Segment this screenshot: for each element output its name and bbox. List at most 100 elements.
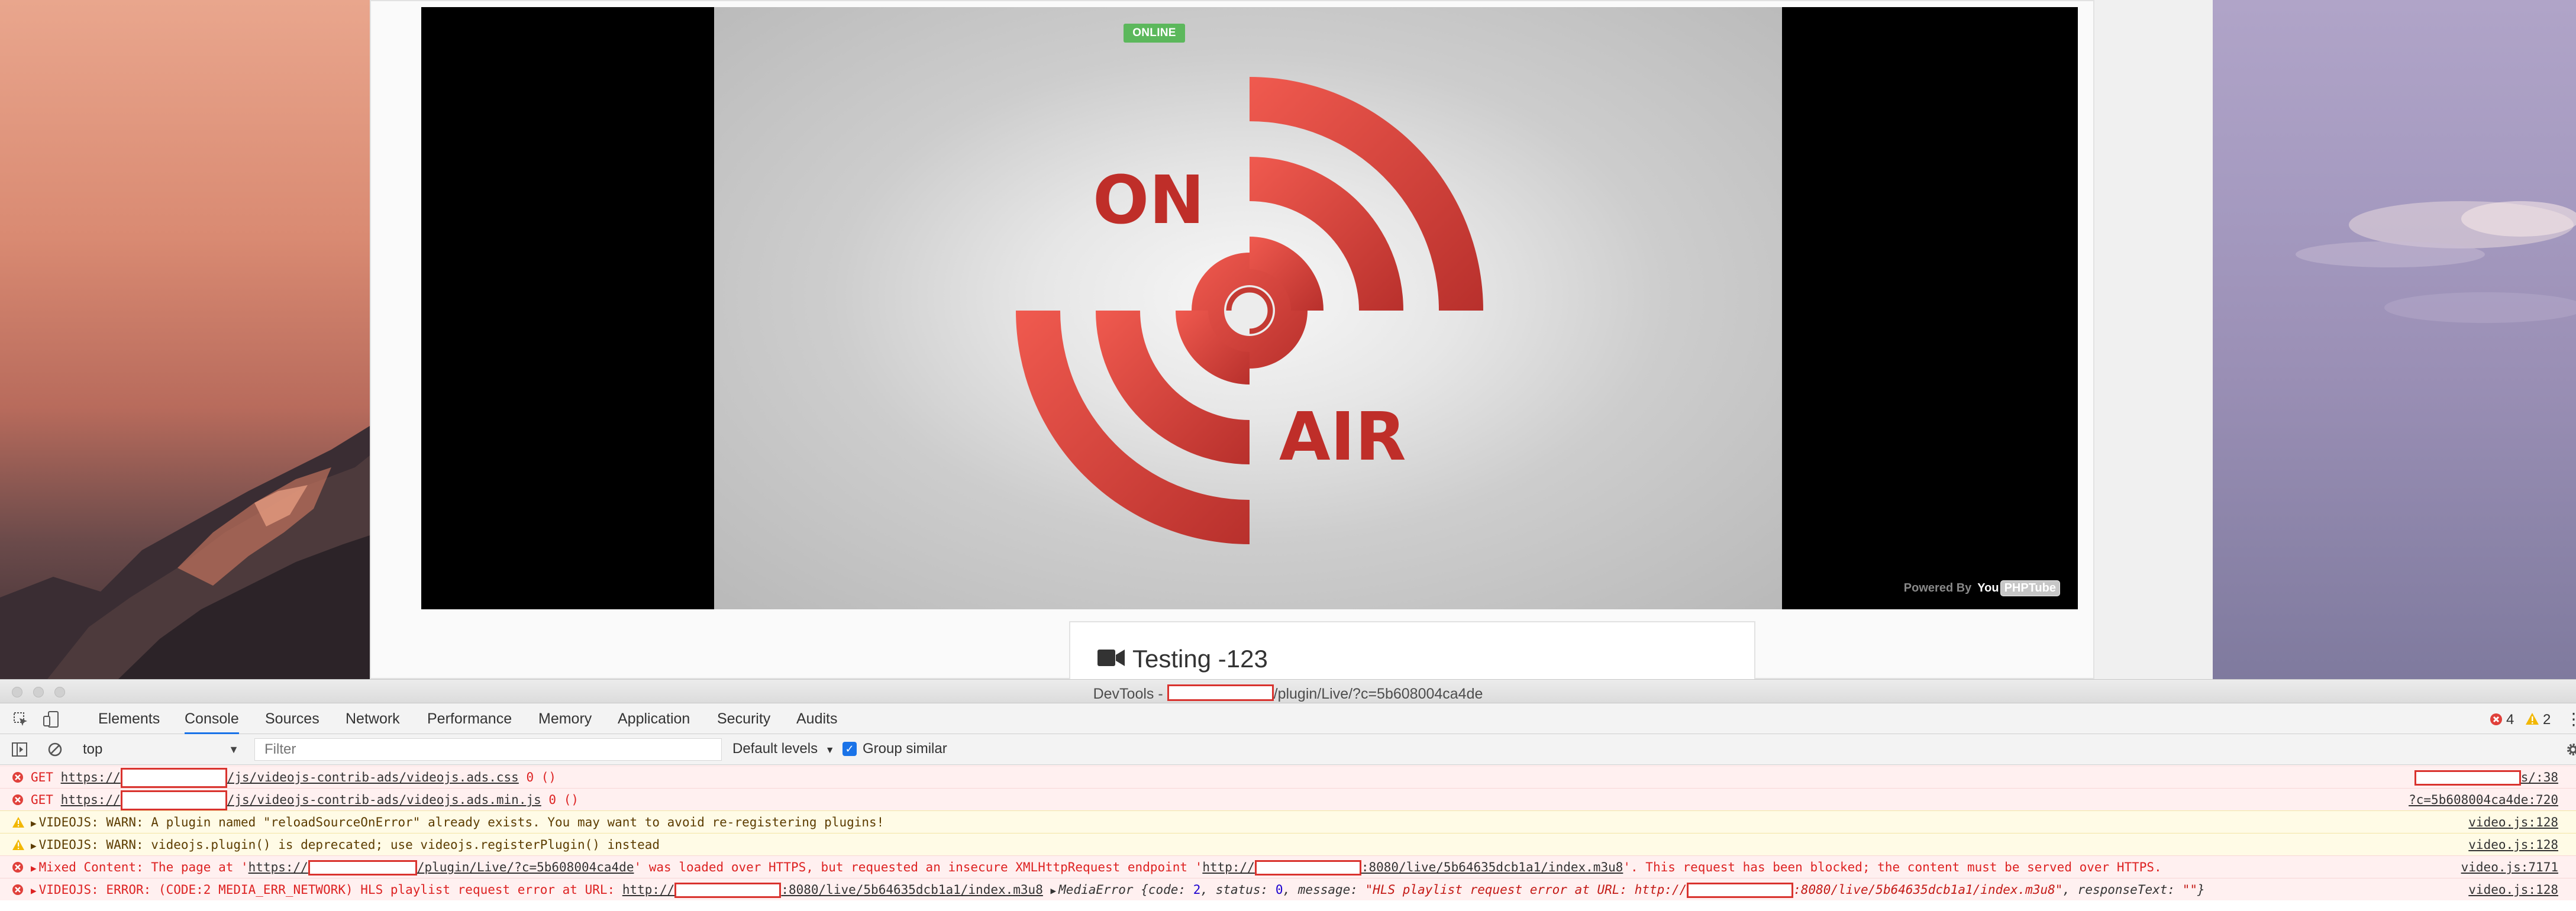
console-filter[interactable]: [254, 738, 722, 761]
expand-triangle-icon[interactable]: ▶: [31, 840, 37, 851]
inspect-element-icon[interactable]: [13, 712, 28, 727]
video-player[interactable]: ON AIR ONLINE Powered By You PHPTube: [421, 7, 2078, 609]
console-messages: GET https:// /js/videojs-contrib-ads/vide…: [0, 765, 2576, 911]
browser-page: ON AIR ONLINE Powered By You PHPTube Tes…: [370, 0, 2213, 680]
url-prefix: http://: [1202, 860, 1255, 874]
url-suffix: /js/videojs-contrib-ads/videojs.ads.css: [227, 770, 519, 784]
console-settings-gear-icon[interactable]: [2565, 742, 2576, 757]
request-url-link[interactable]: https:// /js/videojs-contrib-ads/videojs.…: [61, 768, 519, 788]
source-link[interactable]: video.js:128: [2468, 878, 2558, 901]
expand-triangle-icon[interactable]: ▶: [1051, 885, 1057, 896]
url-prefix: https://: [60, 793, 121, 807]
warning-count: 2: [2543, 712, 2551, 728]
air-text: AIR: [1279, 399, 1406, 476]
powered-by-label: Powered By: [1903, 582, 1972, 595]
console-row-error: ▶ Mixed Content: The page at 'https:// /pl…: [0, 855, 2576, 878]
console-message[interactable]: ▶ VIDEOJS: WARN: A plugin named "reloadSo…: [31, 811, 884, 835]
context-select[interactable]: top ▼: [83, 739, 243, 760]
warning-text: VIDEOJS: WARN: A plugin named "reloadSou…: [38, 815, 885, 829]
desktop-wallpaper-left: [0, 0, 370, 679]
expand-triangle-icon[interactable]: ▶: [31, 818, 37, 829]
error-icon: [12, 772, 23, 783]
video-title: Testing -123: [1132, 645, 1268, 673]
tab-network[interactable]: Network: [346, 703, 400, 734]
group-similar-checkbox[interactable]: ✓: [842, 742, 857, 756]
console-message: GET https:// /js/videojs-contrib-ads/vide…: [31, 789, 579, 811]
source-link[interactable]: s/:38: [2414, 766, 2558, 789]
page-url-link[interactable]: https:// /plugin/Live/?c=5b608004ca4de: [248, 860, 634, 876]
console-row-warning: ▶ VIDEOJS: WARN: videojs.plugin() is depr…: [0, 833, 2576, 855]
endpoint-url-link[interactable]: http://:8080/live/5b64635dcb1a1/index.m3…: [1202, 860, 1623, 876]
brand-tube: PHPTube: [2000, 580, 2060, 596]
context-value: top: [83, 741, 103, 757]
tab-security[interactable]: Security: [717, 703, 770, 734]
on-text: ON: [1093, 162, 1205, 239]
levels-label: Default levels: [732, 741, 818, 757]
error-icon: [12, 794, 23, 805]
source-link[interactable]: video.js:128: [2468, 811, 2558, 834]
tab-application[interactable]: Application: [618, 703, 690, 734]
object-text: {code:: [1141, 883, 1193, 897]
console-message[interactable]: ▶ VIDEOJS: WARN: videojs.plugin() is depr…: [31, 834, 660, 857]
request-method: GET: [31, 793, 53, 807]
console-message[interactable]: ▶ VIDEOJS: ERROR: (CODE:2 MEDIA_ERR_NETWO…: [31, 878, 2205, 902]
message-part: Mixed Content: The page at ': [38, 860, 248, 874]
playlist-url-link[interactable]: http://:8080/live/5b64635dcb1a1/index.m3…: [622, 883, 1043, 898]
devtools-window: DevTools - /plugin/Live/?c=5b608004ca4de…: [0, 679, 2576, 911]
object-text: , responseText:: [2062, 883, 2183, 897]
request-method: GET: [31, 770, 53, 784]
source-link[interactable]: video.js:7171: [2461, 856, 2558, 878]
request-status: 0 (): [548, 793, 579, 807]
device-toolbar-icon[interactable]: [43, 710, 60, 728]
message-part: ' was loaded over HTTPS, but requested a…: [634, 860, 1203, 874]
on-air-logo: ON AIR: [1016, 77, 1483, 544]
console-row-error: ▶ VIDEOJS: ERROR: (CODE:2 MEDIA_ERR_NETWO…: [0, 878, 2576, 900]
url-prefix: https://: [248, 860, 308, 874]
warning-icon: [12, 839, 24, 850]
group-similar-toggle[interactable]: ✓ Group similar: [842, 739, 947, 759]
redacted-host: [1167, 684, 1274, 701]
warning-text: VIDEOJS: WARN: videojs.plugin() is depre…: [38, 838, 660, 852]
redacted-host: [308, 860, 417, 876]
error-icon: [12, 884, 23, 895]
devtools-title-suffix: /plugin/Live/?c=5b608004ca4de: [1273, 686, 1483, 702]
expand-triangle-icon[interactable]: ▶: [31, 862, 37, 874]
clear-console-icon[interactable]: [47, 742, 63, 757]
error-icon: [12, 862, 23, 873]
error-count-icon: [2490, 713, 2502, 725]
more-menu-icon[interactable]: ⋮: [2565, 709, 2576, 729]
media-error-object[interactable]: ▶ MediaError {code: 2, status: 0, message…: [1051, 883, 2205, 898]
console-message[interactable]: ▶ Mixed Content: The page at 'https:// /pl…: [31, 856, 2162, 880]
url-prefix: http://: [622, 883, 675, 897]
levels-dropdown[interactable]: Default levels ▼: [732, 739, 835, 761]
console-sidebar-icon[interactable]: [12, 742, 27, 757]
devtools-title-prefix: DevTools -: [1093, 686, 1167, 702]
source-link[interactable]: video.js:128: [2468, 834, 2558, 856]
video-title-card: Testing -123: [1069, 621, 1755, 680]
object-code: 2: [1193, 883, 1201, 897]
expand-triangle-icon[interactable]: ▶: [31, 885, 37, 896]
tab-performance[interactable]: Performance: [427, 703, 512, 734]
redacted-host: [1687, 883, 1794, 898]
warning-icon: [12, 817, 24, 828]
tab-memory[interactable]: Memory: [538, 703, 592, 734]
tab-console[interactable]: Console: [185, 703, 239, 734]
filter-input[interactable]: [255, 739, 721, 760]
console-message: GET https:// /js/videojs-contrib-ads/vide…: [31, 766, 556, 789]
console-row-warning: ▶ VIDEOJS: WARN: A plugin named "reloadSo…: [0, 810, 2576, 833]
group-similar-label: Group similar: [863, 741, 947, 757]
powered-by-branding[interactable]: Powered By You PHPTube: [1904, 580, 2060, 596]
object-name: MediaError: [1058, 883, 1134, 897]
desktop-wallpaper-right: [2213, 0, 2576, 679]
object-response: "": [2182, 883, 2197, 897]
object-message: "HLS playlist request error at URL: http…: [1365, 883, 1687, 897]
error-count: 4: [2506, 712, 2514, 728]
tab-sources[interactable]: Sources: [265, 703, 319, 734]
console-row-error: GET https:// /js/videojs-contrib-ads/vide…: [0, 765, 2576, 788]
redacted-host: [120, 790, 227, 810]
tab-elements[interactable]: Elements: [98, 703, 160, 734]
tab-audits[interactable]: Audits: [796, 703, 837, 734]
request-url-link[interactable]: https:// /js/videojs-contrib-ads/videojs.…: [60, 790, 541, 810]
url-suffix: /js/videojs-contrib-ads/videojs.ads.min.…: [227, 793, 541, 807]
source-link[interactable]: ?c=5b608004ca4de:720: [2409, 789, 2558, 811]
